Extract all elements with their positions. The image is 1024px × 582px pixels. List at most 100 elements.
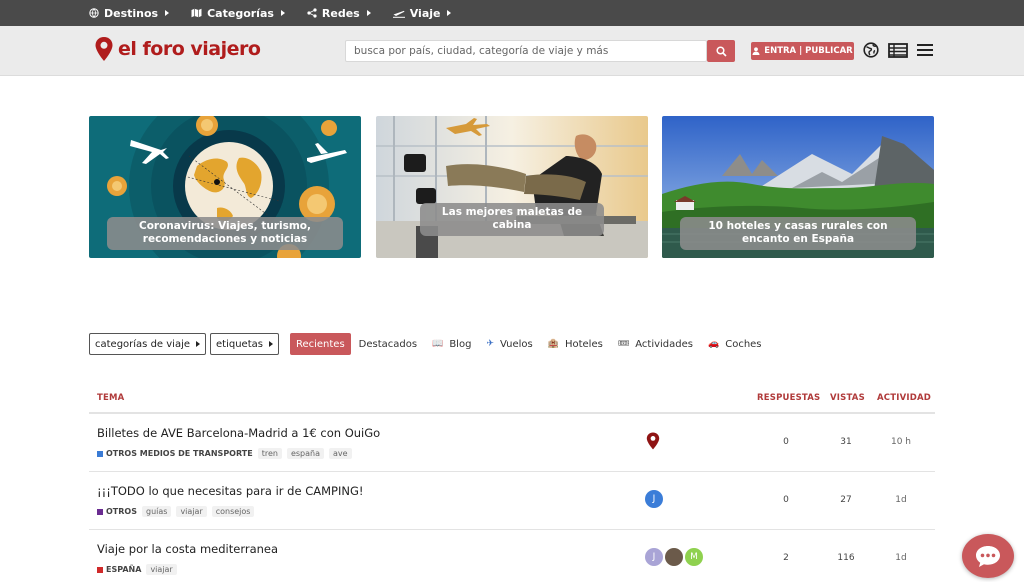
chat-bubble-icon [976, 546, 1000, 567]
tab-label: Hoteles [564, 338, 603, 350]
hero-card-maletas[interactable]: Las mejores maletas de cabina [376, 116, 648, 258]
plane-icon [392, 10, 405, 18]
site-header: el foro viajero ENTRA | PUBLICAR [0, 26, 1024, 76]
topnav-viaje[interactable]: Viaje [392, 6, 452, 20]
user-icon [752, 47, 760, 55]
share-icon [307, 8, 317, 18]
avatar[interactable]: M [685, 548, 703, 566]
tab-hoteles[interactable]: 🏨 Hoteles [548, 339, 603, 350]
topnav-redes[interactable]: Redes [307, 7, 371, 20]
tab-label: Coches [725, 338, 762, 350]
category-label: OTROS MEDIOS DE TRANSPORTE [106, 449, 253, 458]
topnav-label: Viaje [409, 6, 441, 20]
tag[interactable]: viajar [146, 564, 177, 575]
map-pin-icon [95, 37, 113, 61]
hero-card-label: Coronavirus: Viajes, turismo, recomendac… [107, 216, 343, 250]
caret-right-icon [196, 341, 201, 347]
tab-label: Blog [449, 338, 472, 350]
activity-time[interactable]: 1d [881, 495, 921, 505]
topic-filters: categorías de viaje etiquetas Recientes … [89, 333, 762, 355]
views-count: 27 [840, 495, 852, 505]
table-row: ¡¡¡TODO lo que necesitas para ir de CAMP… [89, 472, 935, 530]
activity-time[interactable]: 10 h [881, 437, 921, 447]
column-header-views[interactable]: VISTAS [830, 393, 865, 403]
avatar-pin-icon[interactable] [646, 432, 660, 450]
topnav-label: Categorías [207, 6, 274, 20]
hero-card-hoteles[interactable]: 10 hoteles y casas rurales con encanto e… [662, 116, 934, 258]
tag[interactable]: españa [286, 448, 324, 459]
replies-count: 2 [783, 553, 789, 563]
category-badge[interactable]: OTROS MEDIOS DE TRANSPORTE [97, 449, 253, 458]
tag[interactable]: viajar [176, 506, 207, 517]
topic-meta: OTROS guías viajar consejos [97, 506, 255, 517]
map-icon [191, 8, 202, 18]
tag[interactable]: tren [257, 448, 282, 459]
caret-right-icon [165, 10, 170, 16]
chat-button[interactable] [962, 534, 1014, 578]
tag[interactable]: ave [329, 448, 352, 459]
airport-traveler-photo [376, 116, 648, 258]
views-count: 116 [837, 553, 855, 563]
car-icon: 🚗 [708, 339, 720, 349]
tab-blog[interactable]: 📖 Blog [432, 339, 471, 350]
hamburger-menu-icon[interactable] [916, 41, 933, 59]
tag[interactable]: guías [141, 506, 172, 517]
topic-title-link[interactable]: Billetes de AVE Barcelona-Madrid a 1€ co… [97, 426, 380, 440]
column-header-replies[interactable]: RESPUESTAS [757, 393, 820, 403]
topnav-destinos[interactable]: Destinos [89, 7, 170, 20]
replies-count: 0 [783, 495, 789, 505]
topic-meta: ESPAÑA viajar [97, 564, 177, 575]
tab-coches[interactable]: 🚗 Coches [708, 339, 762, 350]
category-color-swatch [97, 566, 103, 573]
tab-destacados[interactable]: Destacados [359, 339, 417, 350]
globe-icon[interactable] [862, 41, 879, 59]
search-icon [715, 45, 727, 57]
table-row: Billetes de AVE Barcelona-Madrid a 1€ co… [89, 414, 935, 472]
poster-avatars: J M [645, 548, 703, 566]
category-badge[interactable]: ESPAÑA [97, 565, 141, 574]
caret-right-icon [268, 341, 273, 347]
top-nav: Destinos Categorías Redes Viaje [89, 0, 452, 26]
login-label: ENTRA | PUBLICAR [764, 46, 853, 56]
poster-avatars [646, 432, 660, 450]
search-input[interactable] [345, 40, 707, 62]
topnav-categorias[interactable]: Categorías [191, 7, 285, 20]
hotel-icon: 🏨 [547, 339, 559, 349]
hero-card-label: Las mejores maletas de cabina [420, 202, 604, 236]
login-publish-button[interactable]: ENTRA | PUBLICAR [751, 42, 854, 60]
list-view-icon[interactable] [887, 41, 909, 59]
activity-time[interactable]: 1d [881, 553, 921, 563]
categories-dropdown[interactable]: categorías de viaje [89, 333, 207, 355]
column-header-topic[interactable]: TEMA [97, 393, 124, 403]
topic-title-link[interactable]: ¡¡¡TODO lo que necesitas para ir de CAMP… [97, 484, 363, 498]
search-button[interactable] [707, 40, 735, 62]
tab-actividades[interactable]: 🎟 Actividades [618, 339, 693, 350]
topic-table-header: TEMA RESPUESTAS VISTAS ACTIVIDAD [89, 388, 935, 414]
avatar[interactable]: J [645, 490, 663, 508]
caret-right-icon [447, 10, 452, 16]
category-label: ESPAÑA [106, 565, 142, 574]
avatar[interactable]: J [645, 548, 663, 566]
tab-vuelos[interactable]: ✈ Vuelos [486, 339, 532, 350]
tab-label: Destacados [358, 338, 418, 350]
tags-dropdown[interactable]: etiquetas [210, 333, 279, 355]
category-label: OTROS [106, 507, 137, 516]
top-bar: Destinos Categorías Redes Viaje [0, 0, 1024, 26]
logo-text: el foro viajero [118, 38, 261, 60]
topic-title-link[interactable]: Viaje por la costa mediterranea [97, 542, 278, 556]
hero-card-coronavirus[interactable]: Coronavirus: Viajes, turismo, recomendac… [89, 116, 361, 258]
tab-label: Vuelos [499, 338, 533, 350]
poster-avatars: J [645, 490, 663, 508]
replies-count: 0 [783, 437, 789, 447]
column-header-activity[interactable]: ACTIVIDAD [877, 393, 931, 403]
globe-icon [89, 8, 99, 18]
topic-meta: OTROS MEDIOS DE TRANSPORTE tren españa a… [97, 448, 352, 459]
tag[interactable]: consejos [211, 506, 255, 517]
avatar-photo[interactable] [665, 548, 683, 566]
tab-recientes[interactable]: Recientes [289, 333, 351, 355]
caret-right-icon [366, 10, 371, 16]
tab-label: Actividades [635, 338, 693, 350]
site-logo[interactable]: el foro viajero [94, 36, 261, 62]
category-badge[interactable]: OTROS [97, 507, 137, 516]
book-icon: 📖 [432, 339, 444, 349]
